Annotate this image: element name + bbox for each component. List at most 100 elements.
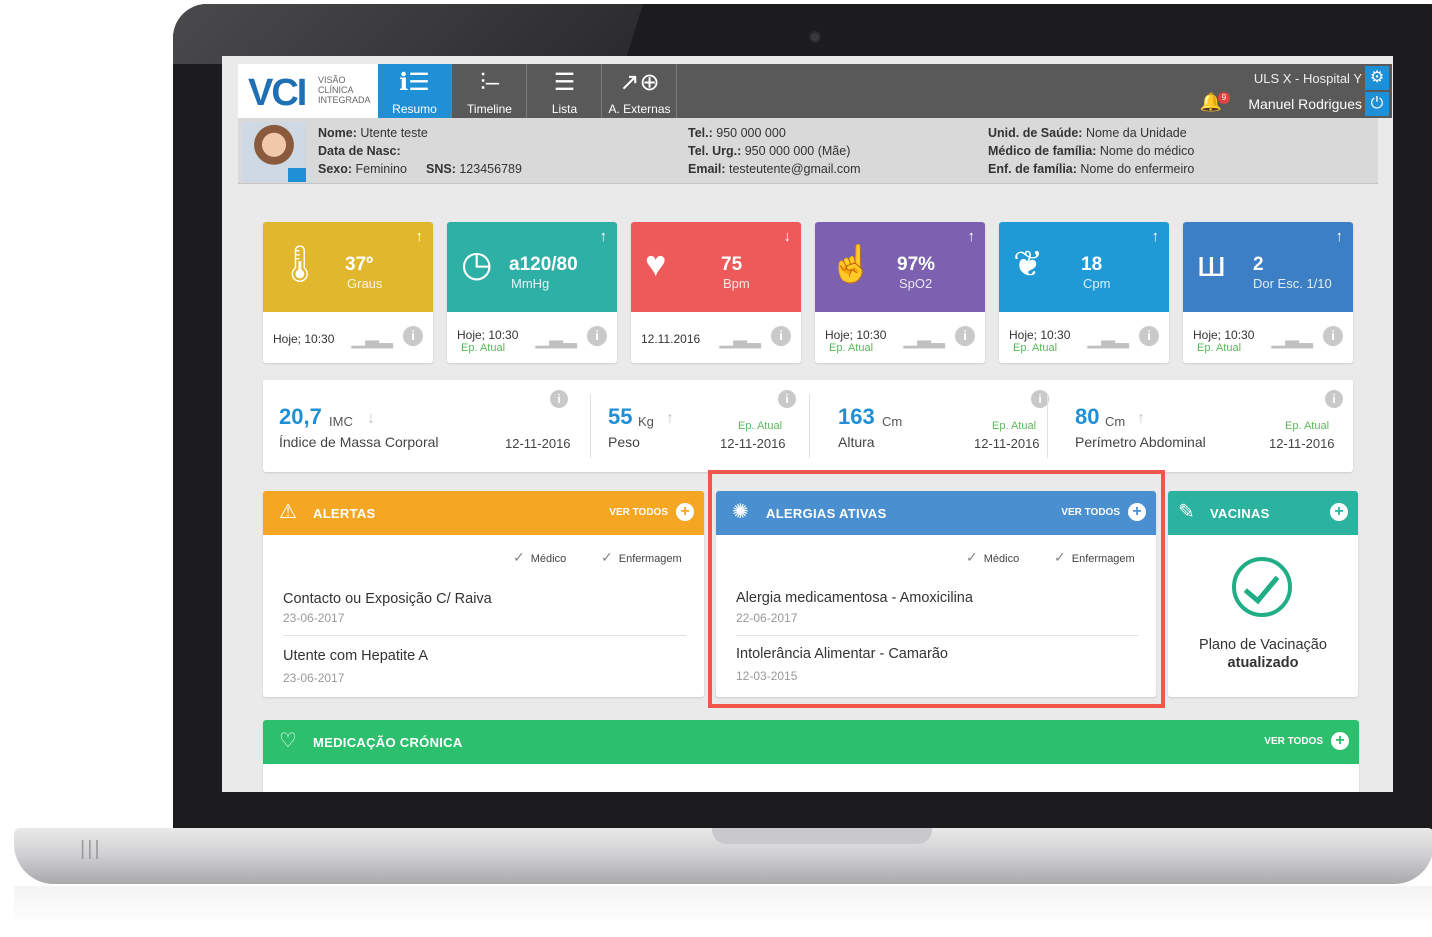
vaccines-header: ✎ VACINAS +	[1168, 491, 1358, 535]
vital-episode: Ep. Atual	[829, 342, 874, 354]
vital-unit: SpO2	[899, 276, 933, 291]
info-icon[interactable]: i	[550, 390, 568, 408]
vital-unit: Bpm	[723, 276, 750, 291]
patient-bar: Nome: Utente teste Data de Nasc: Sexo: F…	[238, 118, 1378, 184]
divider	[1047, 394, 1048, 458]
notification-badge: 9	[1218, 92, 1230, 104]
panel-title: VACINAS	[1210, 506, 1270, 521]
vital-value: 37º	[345, 254, 374, 275]
vital-heart-rate-card[interactable]: ♥ 75 Bpm ↓ 12.11.2016 ▁▃▂ i	[631, 222, 801, 363]
power-icon[interactable]: ⏻	[1365, 92, 1389, 116]
bar-chart-icon[interactable]: ▁▃▂	[1087, 328, 1129, 349]
measure-imc[interactable]: 20,7 IMC ↓ Índice de Massa Corporal 12-1…	[263, 380, 583, 472]
vital-spo2-card[interactable]: ☝ 97% SpO2 ↑ Hoje; 10:30 Ep. Atual ▁▃▂ i	[815, 222, 985, 363]
arrow-up-icon: ↑	[1335, 228, 1344, 245]
filter-medico[interactable]: ✓ Médico	[513, 549, 566, 566]
info-icon[interactable]: i	[955, 326, 975, 346]
patient-tel-urg: Tel. Urg.: 950 000 000 (Mãe)	[688, 144, 851, 158]
vci-logo[interactable]: VCI VISÃO CLÍNICA INTEGRADA	[238, 64, 378, 118]
vital-episode: Ep. Atual	[1013, 342, 1058, 354]
add-icon[interactable]: +	[676, 503, 694, 521]
measure-unit: IMC	[329, 414, 353, 429]
panel-title: MEDICAÇÃO CRÓNICA	[313, 735, 463, 750]
tab-externas[interactable]: ↗⊕ A. Externas	[603, 64, 677, 118]
vital-header: 🌡 37º Graus ↑	[263, 222, 433, 312]
alerts-panel: ⚠ ALERTAS VER TODOS + ✓ Médico ✓ Enfermage…	[263, 491, 704, 697]
patient-nurse: Enf. de família: Nome do enfermeiro	[988, 162, 1195, 176]
tab-timeline[interactable]: ⫶– Timeline	[453, 64, 527, 118]
vital-pressure-card[interactable]: ◷ a120/80 MmHg ↑ Hoje; 10:30 Ep. Atual ▁…	[447, 222, 617, 363]
tab-label: A. Externas	[608, 102, 671, 116]
tab-resumo[interactable]: ℹ☰ Resumo	[378, 64, 452, 118]
patient-doctor: Médico de família: Nome do médico	[988, 144, 1195, 158]
measure-date: 12-11-2016	[505, 436, 571, 451]
measure-weight[interactable]: 55 Kg ↑ Peso Ep. Atual 12-11-2016 i	[592, 380, 807, 472]
vital-value: 18	[1081, 254, 1103, 275]
camera-dot	[809, 31, 821, 43]
vital-respiration-card[interactable]: ❦ 18 Cpm ↑ Hoje; 10:30 Ep. Atual ▁▃▂ i	[999, 222, 1169, 363]
arrow-up-icon: ↑	[1151, 228, 1160, 245]
measure-abdominal[interactable]: 80 Cm ↑ Perímetro Abdominal Ep. Atual 12…	[1059, 380, 1349, 472]
info-icon[interactable]: i	[771, 326, 791, 346]
bar-chart-icon[interactable]: ▁▃▂	[351, 328, 393, 349]
vaccines-panel: ✎ VACINAS + Plano de Vacinação atualizad…	[1168, 491, 1358, 697]
add-icon[interactable]: +	[1331, 732, 1349, 750]
patient-avatar[interactable]	[242, 122, 306, 182]
measure-value: 55	[608, 404, 633, 429]
see-all-link[interactable]: VER TODOS	[609, 507, 668, 518]
tab-label: Lista	[551, 102, 578, 116]
stethoscope-icon: ♡	[279, 730, 297, 752]
see-all-link[interactable]: VER TODOS	[1264, 736, 1323, 747]
measure-label: Perímetro Abdominal	[1075, 434, 1206, 450]
measure-label: Altura	[838, 434, 875, 450]
measure-height[interactable]: 163 Cm Altura Ep. Atual 12-11-2016 i	[822, 380, 1062, 472]
pain-scale-icon: ш	[1197, 243, 1226, 284]
patient-email: Email: testeutente@gmail.com	[688, 162, 861, 176]
info-icon[interactable]: i	[403, 326, 423, 346]
bar-chart-icon[interactable]: ▁▃▂	[535, 328, 577, 349]
info-icon[interactable]: i	[1139, 326, 1159, 346]
bar-chart-icon[interactable]: ▁▃▂	[1271, 328, 1313, 349]
measures-panel: 20,7 IMC ↓ Índice de Massa Corporal 12-1…	[263, 380, 1353, 472]
alert-item-title[interactable]: Utente com Hepatite A	[283, 648, 428, 664]
info-icon[interactable]: i	[1325, 390, 1343, 408]
measure-episode: Ep. Atual	[738, 420, 783, 432]
vital-unit: Cpm	[1083, 276, 1111, 291]
check-icon: ✓	[601, 549, 613, 565]
patient-sex: Sexo: Feminino	[318, 162, 407, 176]
alert-item-date: 23-06-2017	[283, 671, 345, 685]
measure-unit: Kg	[638, 414, 654, 429]
warning-icon: ⚠	[279, 501, 297, 523]
alert-item-title[interactable]: Contacto ou Exposição C/ Raiva	[283, 591, 492, 607]
medication-header: ♡ MEDICAÇÃO CRÓNICA VER TODOS +	[263, 720, 1359, 764]
measure-label: Peso	[608, 434, 640, 450]
info-icon[interactable]: i	[587, 326, 607, 346]
laptop-reflection	[14, 886, 1432, 926]
vital-pain-card[interactable]: ш 2 Dor Esc. 1/10 ↑ Hoje; 10:30 Ep. Atua…	[1183, 222, 1353, 363]
vital-value: a120/80	[509, 254, 578, 275]
vital-value: 97%	[897, 254, 936, 275]
patient-tel: Tel.: 950 000 000	[688, 126, 786, 140]
arrow-up-icon: ↑	[415, 228, 424, 245]
bar-chart-icon[interactable]: ▁▃▂	[903, 328, 945, 349]
hospital-name[interactable]: ULS X - Hospital Y	[1254, 71, 1362, 86]
vital-temperature-card[interactable]: 🌡 37º Graus ↑ Hoje; 10:30 ▁▃▂ i	[263, 222, 433, 363]
divider	[283, 635, 686, 636]
timeline-icon: ⫶–	[479, 69, 500, 96]
vaccination-status-text: Plano de Vacinação	[1199, 637, 1327, 653]
user-name[interactable]: Manuel Rodrigues	[1248, 96, 1362, 112]
highlight-frame	[708, 470, 1165, 708]
info-icon[interactable]: i	[1323, 326, 1343, 346]
gear-icon[interactable]: ⚙	[1365, 66, 1389, 90]
logo-text: VCI	[248, 72, 307, 114]
info-icon[interactable]: i	[778, 390, 796, 408]
add-icon[interactable]: +	[1330, 503, 1348, 521]
tab-lista[interactable]: ☰ Lista	[528, 64, 602, 118]
filter-enfermagem[interactable]: ✓ Enfermagem	[601, 549, 682, 566]
top-bar: VCI VISÃO CLÍNICA INTEGRADA ℹ☰ Resumo ⫶–…	[238, 64, 1392, 118]
vital-header: ◷ a120/80 MmHg ↑	[447, 222, 617, 312]
vital-header: ☝ 97% SpO2 ↑	[815, 222, 985, 312]
bar-chart-icon[interactable]: ▁▃▂	[719, 328, 761, 349]
vital-value: 75	[721, 254, 743, 275]
measure-date: 12-11-2016	[974, 436, 1040, 451]
